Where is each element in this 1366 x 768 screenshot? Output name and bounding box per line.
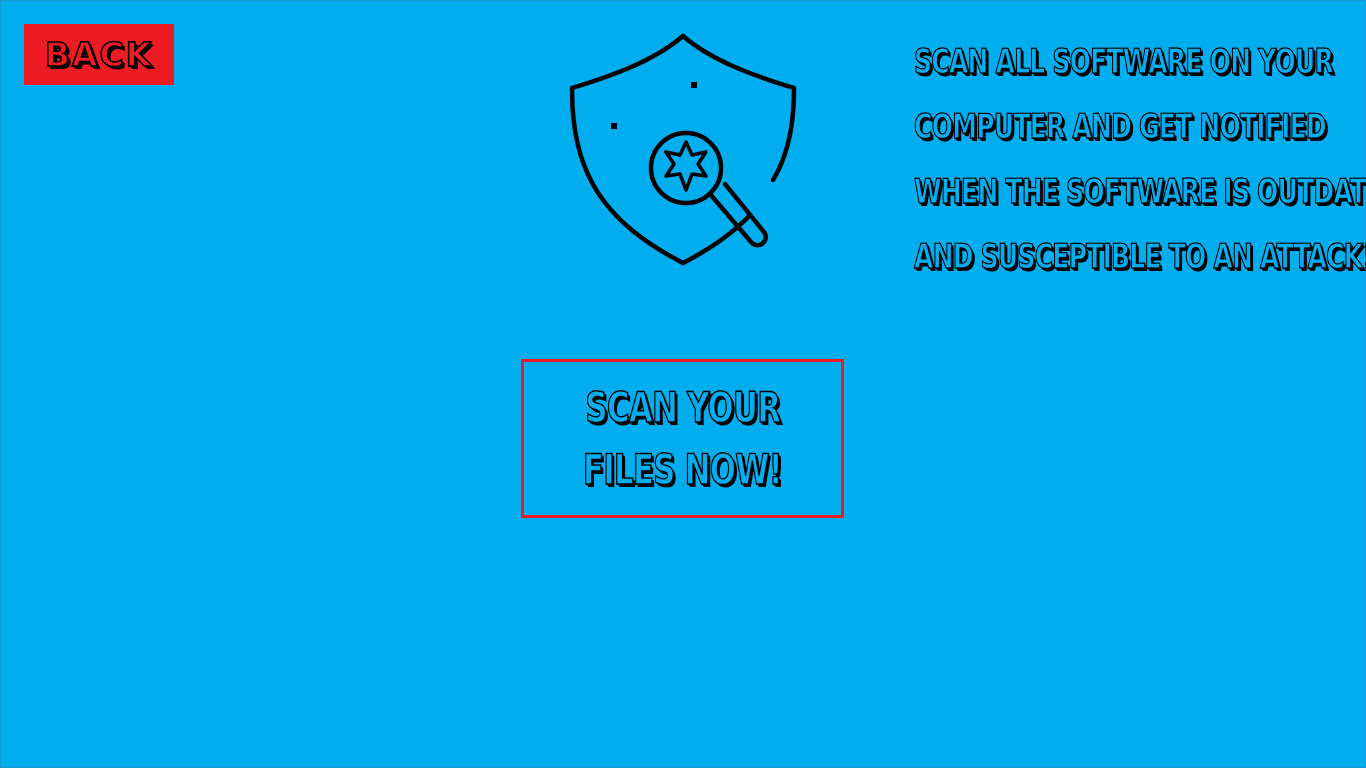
description-line: WHEN THE SOFTWARE IS OUTDATED [914, 171, 1366, 212]
description-line: SCAN ALL SOFTWARE ON YOUR [914, 41, 1335, 82]
shield-scan-icon [560, 30, 810, 270]
feature-description: SCAN ALL SOFTWARE ON YOUR COMPUTER AND G… [914, 30, 1366, 290]
scan-button-line-2: FILES NOW! [582, 444, 783, 494]
scan-files-button[interactable]: SCAN YOUR FILES NOW! [521, 359, 844, 518]
scan-button-line-1: SCAN YOUR [584, 382, 781, 432]
shield-magnifier-icon [569, 33, 797, 266]
scanner-screen: BACK SCAN ALL SOFTWARE ON YOUR COMPUTER … [0, 0, 1366, 768]
description-line: COMPUTER AND GET NOTIFIED [914, 106, 1328, 147]
back-button[interactable]: BACK [24, 24, 174, 85]
description-line: AND SUSCEPTIBLE TO AN ATTACK! [914, 236, 1366, 277]
back-button-label: BACK [44, 35, 154, 74]
